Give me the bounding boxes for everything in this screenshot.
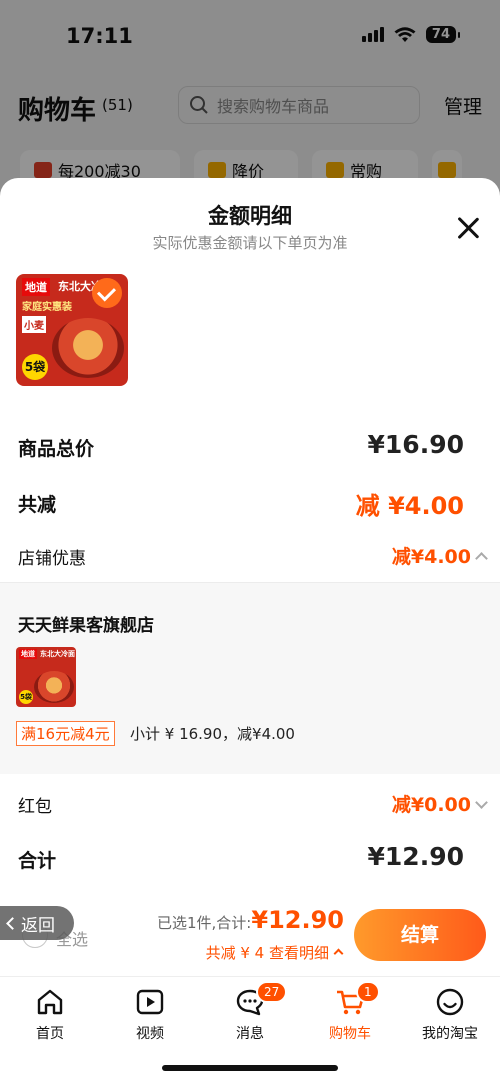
cart-badge: 1 — [356, 981, 380, 1003]
video-icon — [136, 989, 164, 1015]
tab-video[interactable]: 视频 — [110, 987, 190, 1043]
sheet-subtitle: 实际优惠金额请以下单页为准 — [152, 234, 348, 252]
total-price-label: 商品总价 — [18, 438, 95, 460]
back-label: 返回 — [21, 915, 55, 936]
chevron-down-icon — [475, 796, 488, 809]
shop-discount-label: 店铺优惠 — [18, 549, 86, 569]
shop-discount-value: 减¥4.00 — [391, 546, 471, 568]
product-tag: 地道 — [19, 649, 37, 659]
promo-subtotal: 小计 ¥ 16.90，减¥4.00 — [130, 725, 295, 743]
discount-label: 共减 — [18, 494, 57, 516]
shop-name[interactable]: 天天鲜果客旗舰店 — [18, 611, 154, 636]
home-indicator — [162, 1065, 338, 1071]
product-tag: 地道 — [22, 278, 50, 296]
selected-summary: 已选1件,合计:¥12.90 — [157, 906, 344, 934]
checkout-button[interactable]: 结算 — [354, 909, 486, 961]
product-badge: 5袋 — [22, 354, 48, 380]
tab-bar: 首页 视频 消息 27 购物车 1 我的淘宝 — [0, 976, 500, 1084]
tab-messages[interactable]: 消息 27 — [210, 981, 290, 1043]
product-tag: 家庭实惠装 — [22, 302, 72, 313]
selected-total: ¥12.90 — [251, 906, 344, 934]
back-arrow-icon — [6, 916, 19, 930]
tab-label: 购物车 — [329, 1026, 371, 1042]
sheet-title: 金额明细 — [208, 204, 292, 228]
tab-home[interactable]: 首页 — [10, 987, 90, 1043]
promo-tag: 满16元减4元 — [16, 721, 115, 746]
product-thumbnail: 地道 东北大冷面 5袋 — [16, 647, 76, 707]
view-detail-label: 共减 ¥ 4 查看明细 — [205, 944, 329, 962]
chevron-up-icon — [333, 948, 344, 959]
price-detail-sheet: 金额明细 实际优惠金额请以下单页为准 地道 东北大冷面 家庭实惠装 小麦 5袋 … — [0, 178, 500, 976]
chevron-up-icon — [475, 552, 488, 565]
red-packet-label: 红包 — [18, 797, 52, 817]
total-price-value: ¥16.90 — [367, 430, 464, 459]
red-packet-value: 减¥0.00 — [391, 794, 471, 816]
noodle-bowl-graphic — [34, 671, 74, 703]
tab-cart[interactable]: 购物车 1 — [310, 981, 390, 1043]
noodle-bowl-graphic — [52, 318, 124, 378]
profile-icon — [436, 988, 464, 1016]
sum-label: 合计 — [18, 850, 57, 872]
product-badge: 5袋 — [19, 690, 33, 704]
tab-label: 视频 — [136, 1026, 164, 1042]
shop-section: 天天鲜果客旗舰店 地道 东北大冷面 5袋 满16元减4元 小计 ¥ 16.90，… — [0, 582, 500, 774]
discount-value: 减 ¥4.00 — [355, 492, 464, 520]
sum-value: ¥12.90 — [367, 842, 464, 871]
product-tag: 小麦 — [22, 316, 46, 333]
check-icon[interactable] — [92, 278, 122, 308]
tab-label: 首页 — [36, 1026, 64, 1042]
tab-profile[interactable]: 我的淘宝 — [410, 987, 490, 1043]
selected-prefix: 已选1件,合计: — [157, 914, 252, 932]
back-button[interactable]: 返回 — [0, 906, 74, 940]
product-tag: 东北大冷面 — [40, 650, 75, 658]
home-icon — [37, 989, 63, 1015]
close-icon[interactable] — [456, 216, 480, 240]
message-badge: 27 — [256, 981, 288, 1003]
tab-label: 消息 — [236, 1026, 264, 1042]
view-detail-link[interactable]: 共减 ¥ 4 查看明细 — [205, 942, 344, 963]
tab-label: 我的淘宝 — [422, 1026, 478, 1042]
